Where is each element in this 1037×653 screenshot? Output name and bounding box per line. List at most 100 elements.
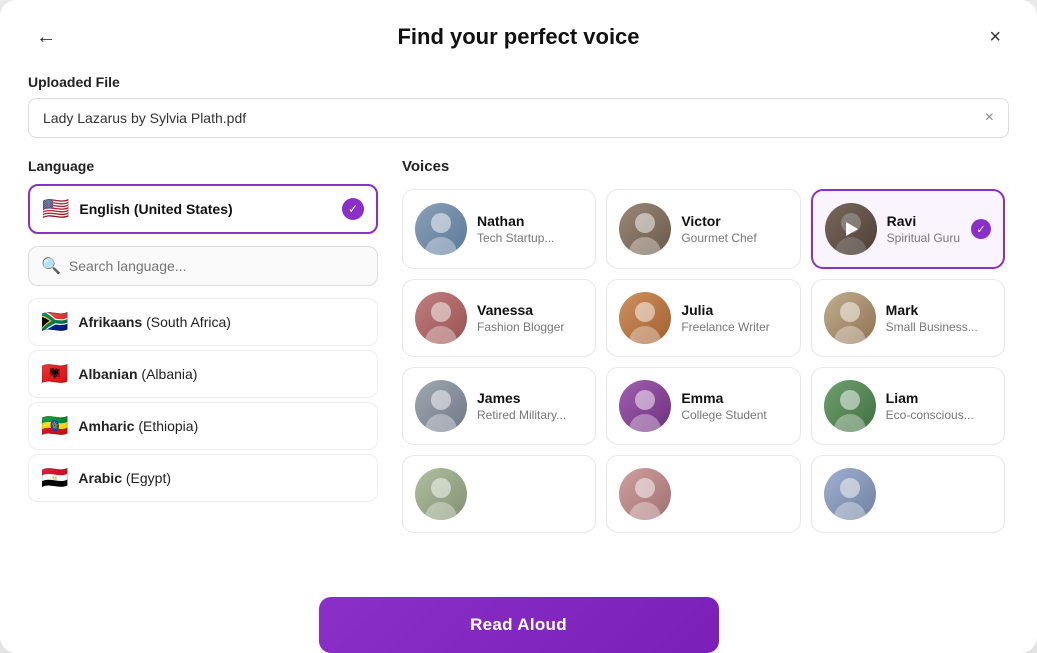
- voice-info: Victor Gourmet Chef: [681, 213, 787, 245]
- language-search-box: 🔍: [28, 246, 378, 286]
- avatar-james: [415, 380, 467, 432]
- voices-grid: Nathan Tech Startup... Victor Gourmet Ch…: [402, 189, 1009, 533]
- flag-icon: 🇪🇬: [41, 465, 68, 491]
- voice-card-nathan[interactable]: Nathan Tech Startup...: [402, 189, 596, 269]
- voice-role: Gourmet Chef: [681, 231, 787, 245]
- avatar-emma: [619, 380, 671, 432]
- voice-info: [681, 493, 787, 495]
- language-item-albanian[interactable]: 🇦🇱 Albanian (Albania): [28, 350, 378, 398]
- file-name: Lady Lazarus by Sylvia Plath.pdf: [43, 110, 246, 126]
- selected-language[interactable]: 🇺🇸 English (United States) ✓: [28, 184, 378, 234]
- lang-item-name: Afrikaans (South Africa): [78, 314, 231, 330]
- language-label: Language: [28, 158, 378, 174]
- voice-info: Nathan Tech Startup...: [477, 213, 583, 245]
- voice-name: James: [477, 390, 583, 406]
- flag-icon: 🇦🇱: [41, 361, 68, 387]
- voice-info: [477, 493, 583, 495]
- voice-info: Liam Eco-conscious...: [886, 390, 992, 422]
- voice-role: Small Business...: [886, 320, 992, 334]
- file-clear-button[interactable]: ×: [985, 109, 994, 127]
- voice-role: Freelance Writer: [681, 320, 787, 334]
- voice-role: Spiritual Guru: [887, 231, 961, 245]
- lang-item-name: Arabic (Egypt): [78, 470, 171, 486]
- voice-role: Fashion Blogger: [477, 320, 583, 334]
- avatar-mark: [824, 292, 876, 344]
- selected-flag: 🇺🇸: [42, 196, 69, 222]
- close-button[interactable]: ×: [981, 22, 1009, 53]
- voice-info: [886, 493, 992, 495]
- avatar-julia: [619, 292, 671, 344]
- voices-label: Voices: [402, 158, 1009, 175]
- voice-card-mark[interactable]: Mark Small Business...: [811, 279, 1005, 357]
- language-item-arabic[interactable]: 🇪🇬 Arabic (Egypt): [28, 454, 378, 502]
- voice-card-james[interactable]: James Retired Military...: [402, 367, 596, 445]
- selected-lang-name: English (United States): [79, 201, 332, 217]
- voice-name: Liam: [886, 390, 992, 406]
- avatar-wrap: [824, 292, 876, 344]
- voice-name: Nathan: [477, 213, 583, 229]
- flag-icon: 🇪🇹: [41, 413, 68, 439]
- voice-info: Ravi Spiritual Guru: [887, 213, 961, 245]
- file-input-box: Lady Lazarus by Sylvia Plath.pdf ×: [28, 98, 1009, 138]
- avatar-extra3: [824, 468, 876, 520]
- voice-info: Julia Freelance Writer: [681, 302, 787, 334]
- voice-info: Emma College Student: [681, 390, 787, 422]
- avatar-wrap: [824, 468, 876, 520]
- voices-panel: Voices Nathan Tech Startup...: [402, 158, 1009, 533]
- voice-card-ravi[interactable]: Ravi Spiritual Guru ✓: [811, 189, 1005, 269]
- avatar-extra1: [415, 468, 467, 520]
- avatar-nathan: [415, 203, 467, 255]
- selected-check: ✓: [342, 198, 364, 220]
- play-overlay: [825, 203, 877, 255]
- voice-role: Tech Startup...: [477, 231, 583, 245]
- voice-card-extra1[interactable]: [402, 455, 596, 533]
- avatar-wrap: [415, 380, 467, 432]
- content-area: Language 🇺🇸 English (United States) ✓ 🔍 …: [28, 158, 1009, 533]
- voice-name: Vanessa: [477, 302, 583, 318]
- avatar-wrap: [825, 203, 877, 255]
- voice-card-emma[interactable]: Emma College Student: [606, 367, 800, 445]
- voice-card-extra3[interactable]: [811, 455, 1005, 533]
- voice-info: James Retired Military...: [477, 390, 583, 422]
- voice-name: Victor: [681, 213, 787, 229]
- avatar-wrap: [415, 203, 467, 255]
- avatar-liam: [824, 380, 876, 432]
- modal-header: ← Find your perfect voice ×: [28, 24, 1009, 50]
- lang-item-name: Amharic (Ethiopia): [78, 418, 198, 434]
- voice-name: Ravi: [887, 213, 961, 229]
- avatar-vanessa: [415, 292, 467, 344]
- modal-container: ← Find your perfect voice × Uploaded Fil…: [0, 0, 1037, 653]
- voice-card-julia[interactable]: Julia Freelance Writer: [606, 279, 800, 357]
- language-item-afrikaans[interactable]: 🇿🇦 Afrikaans (South Africa): [28, 298, 378, 346]
- lang-item-name: Albanian (Albania): [78, 366, 197, 382]
- avatar-wrap: [619, 203, 671, 255]
- voice-info: Mark Small Business...: [886, 302, 992, 334]
- language-panel: Language 🇺🇸 English (United States) ✓ 🔍 …: [28, 158, 378, 533]
- avatar-wrap: [415, 292, 467, 344]
- avatar-wrap: [415, 468, 467, 520]
- back-button[interactable]: ←: [28, 22, 64, 53]
- voice-role: Eco-conscious...: [886, 408, 992, 422]
- voice-role: Retired Military...: [477, 408, 583, 422]
- voice-name: Mark: [886, 302, 992, 318]
- avatar-extra2: [619, 468, 671, 520]
- voice-info: Vanessa Fashion Blogger: [477, 302, 583, 334]
- voice-role: College Student: [681, 408, 787, 422]
- voice-card-victor[interactable]: Victor Gourmet Chef: [606, 189, 800, 269]
- avatar-wrap: [619, 380, 671, 432]
- flag-icon: 🇿🇦: [41, 309, 68, 335]
- search-icon: 🔍: [41, 256, 61, 276]
- avatar-victor: [619, 203, 671, 255]
- avatar-wrap: [619, 468, 671, 520]
- voice-name: Julia: [681, 302, 787, 318]
- voice-card-liam[interactable]: Liam Eco-conscious...: [811, 367, 1005, 445]
- voice-card-extra2[interactable]: [606, 455, 800, 533]
- voice-card-vanessa[interactable]: Vanessa Fashion Blogger: [402, 279, 596, 357]
- language-item-amharic[interactable]: 🇪🇹 Amharic (Ethiopia): [28, 402, 378, 450]
- read-aloud-button[interactable]: Read Aloud: [319, 597, 719, 653]
- language-search-input[interactable]: [69, 258, 365, 274]
- voice-name: Emma: [681, 390, 787, 406]
- avatar-wrap: [824, 380, 876, 432]
- voice-check: ✓: [971, 219, 991, 239]
- modal-title: Find your perfect voice: [397, 24, 639, 50]
